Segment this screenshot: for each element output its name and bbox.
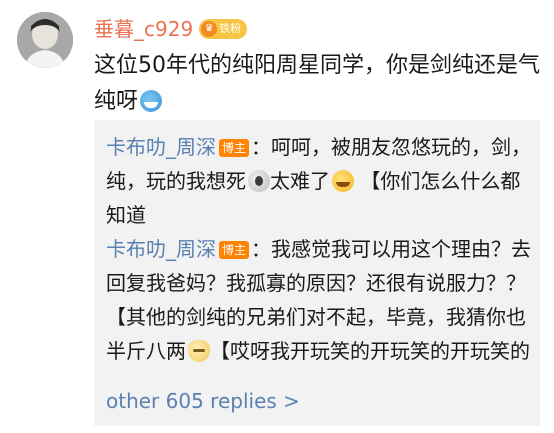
cat-emoji-icon — [188, 340, 210, 362]
host-badge: 博主 — [219, 139, 250, 157]
fan-badge-label: 铁粉 — [219, 22, 242, 35]
comment-header: 垂暮_c929 ♛ 铁粉 — [94, 14, 248, 44]
crown-icon: ♛ — [201, 21, 218, 37]
reply-text: 太难了 — [270, 169, 330, 193]
crying-emoji-icon — [332, 170, 354, 192]
more-replies-link[interactable]: other 605 replies > — [106, 386, 300, 416]
comment-card: 垂暮_c929 ♛ 铁粉 这位50年代的纯阳周星同学，你是剑纯还是气纯呀 卡布叻… — [0, 0, 554, 433]
fan-badge[interactable]: ♛ 铁粉 — [199, 19, 248, 39]
comment-username[interactable]: 垂暮_c929 — [94, 14, 193, 44]
replies-section: 卡布叻_周深 博主 ：呵呵，被朋友忽悠玩的，剑，纯，玩的我想死 太难了 【你们怎么什么… — [94, 120, 540, 426]
host-badge: 博主 — [219, 241, 250, 259]
ghost-emoji-icon — [248, 170, 270, 192]
reply-item: 卡布叻_周深 博主 ：我感觉我可以用这个理由？去回复我爸妈？我孤寡的原因？还很有说服… — [106, 232, 534, 368]
avatar[interactable] — [17, 12, 73, 68]
reply-author[interactable]: 卡布叻_周深 — [106, 135, 216, 159]
reply-item: 卡布叻_周深 博主 ：呵呵，被朋友忽悠玩的，剑，纯，玩的我想死 太难了 【你们怎么什么… — [106, 130, 534, 232]
reply-author[interactable]: 卡布叻_周深 — [106, 237, 216, 261]
smile-blue-emoji-icon — [140, 90, 163, 112]
comment-body: 这位50年代的纯阳周星同学，你是剑纯还是气纯呀 — [94, 48, 544, 120]
avatar-image — [17, 12, 73, 68]
reply-text: 【哎呀我开玩笑的开玩笑的开玩笑的 — [210, 339, 530, 363]
